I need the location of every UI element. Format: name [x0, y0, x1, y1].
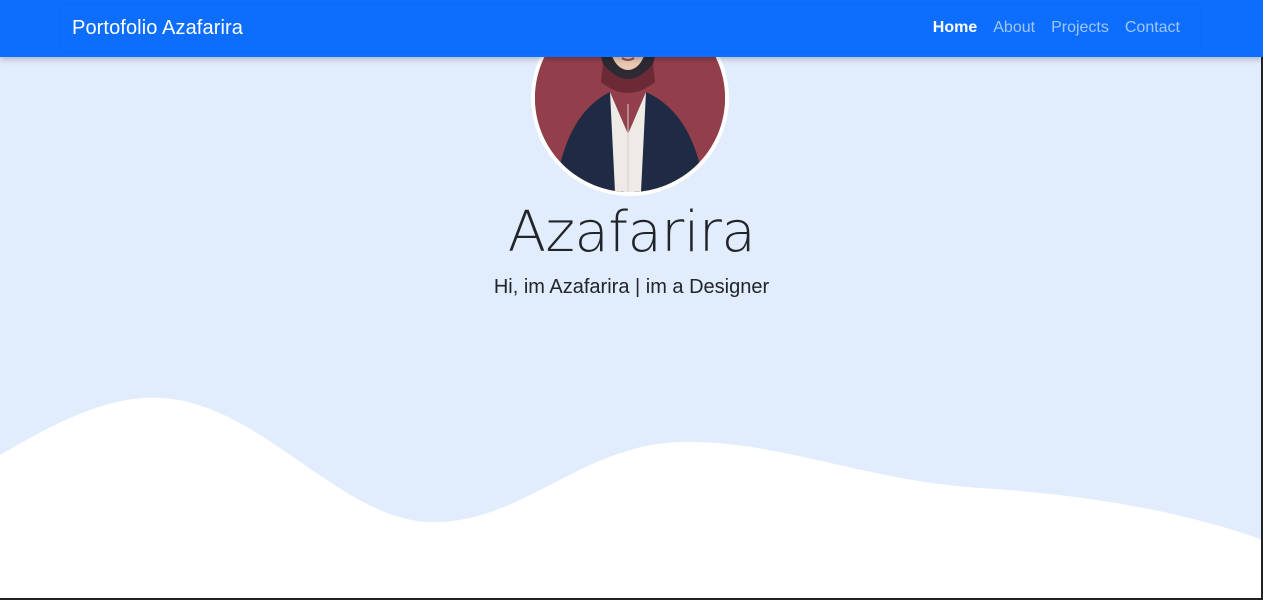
nav-links: Home About Projects Contact — [933, 19, 1180, 37]
nav-link-contact[interactable]: Contact — [1125, 19, 1180, 37]
navbar: Portofolio Azafarira Home About Projects… — [0, 0, 1263, 57]
page: Portofolio Azafarira Home About Projects… — [0, 0, 1263, 600]
nav-link-projects[interactable]: Projects — [1051, 19, 1109, 37]
nav-link-about[interactable]: About — [993, 19, 1035, 37]
hero-subtitle: Hi, im Azafarira | im a Designer — [493, 276, 770, 298]
hero-name: Azafarira — [507, 200, 756, 265]
wave-divider — [0, 397, 1263, 600]
navbar-brand[interactable]: Portofolio Azafarira — [72, 17, 243, 40]
nav-link-home[interactable]: Home — [933, 19, 977, 37]
navbar-container: Portofolio Azafarira Home About Projects… — [60, 6, 1200, 50]
